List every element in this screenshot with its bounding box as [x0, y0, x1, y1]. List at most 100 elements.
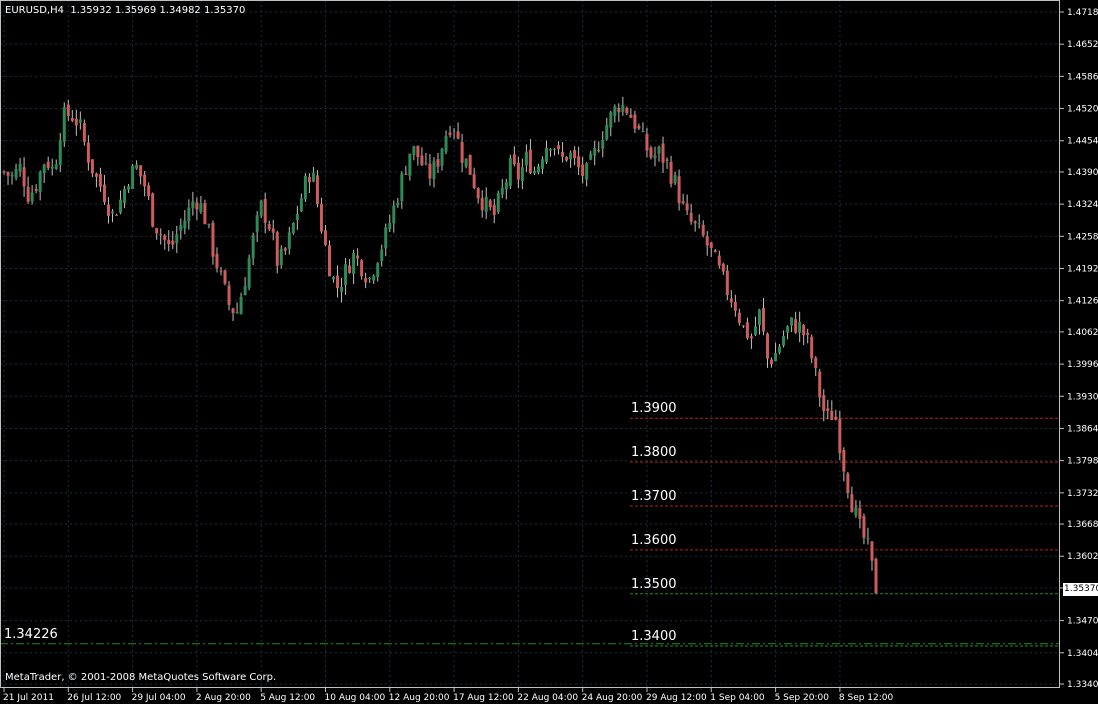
support-label: 1.34226	[4, 627, 58, 642]
bull-candle	[119, 199, 123, 213]
bear-candle	[761, 307, 765, 332]
time-tick-label: 2 Aug 20:00	[196, 693, 251, 703]
bull-candle	[58, 140, 62, 166]
bull-candle	[753, 326, 757, 335]
price-tick-label: 1.42580	[1067, 232, 1098, 242]
bear-candle	[468, 154, 472, 175]
bull-candle	[798, 321, 802, 333]
current-price-label: 1.35370	[1064, 584, 1098, 594]
bull-candle	[291, 223, 295, 234]
bear-candle	[143, 174, 147, 187]
bear-candle	[115, 214, 119, 216]
bull-candle	[412, 146, 416, 155]
price-chart[interactable]: 1.47180 1.46520 1.45860 1.45200 1.44540 1.439…	[0, 0, 1098, 704]
bear-candle	[721, 263, 725, 272]
bull-candle	[866, 537, 870, 539]
bear-candle	[211, 222, 215, 257]
bull-candle	[673, 174, 677, 184]
bear-candle	[488, 200, 492, 207]
bear-candle	[428, 163, 432, 179]
bull-candle	[183, 220, 187, 229]
bear-candle	[66, 104, 70, 117]
bear-candle	[834, 416, 838, 420]
bull-candle	[287, 232, 291, 249]
bear-candle	[701, 224, 705, 236]
bear-candle	[436, 159, 440, 167]
bear-candle	[86, 142, 90, 163]
bull-candle	[42, 164, 46, 174]
symbol-name: EURUSD,H4	[5, 5, 65, 16]
bull-candle	[38, 172, 42, 193]
bull-candle	[30, 192, 34, 202]
bear-candle	[159, 234, 163, 236]
bear-candle	[528, 149, 532, 174]
time-tick-label: 10 Aug 04:00	[325, 693, 386, 703]
bear-candle	[561, 151, 565, 157]
bear-candle	[82, 122, 86, 142]
bull-candle	[657, 146, 661, 154]
bear-candle	[356, 255, 360, 259]
bear-candle	[26, 186, 30, 202]
bull-candle	[641, 131, 645, 133]
bear-candle	[480, 197, 484, 211]
bear-candle	[713, 250, 717, 253]
bull-candle	[131, 165, 135, 190]
bull-candle	[388, 222, 392, 230]
bear-candle	[147, 185, 151, 197]
time-tick-label: 17 Aug 12:00	[453, 693, 514, 703]
bull-candle	[532, 170, 536, 174]
bear-candle	[573, 150, 577, 159]
bear-candle	[106, 204, 110, 217]
bull-candle	[605, 125, 609, 140]
bear-candle	[283, 248, 287, 251]
bull-candle	[520, 167, 524, 182]
bull-candle	[609, 112, 613, 128]
symbol-header: EURUSD,H4 1.35932 1.35969 1.34982 1.3537…	[5, 5, 245, 16]
time-tick-label: 26 Jul 12:00	[67, 693, 121, 703]
bear-candle	[729, 298, 733, 303]
bull-candle	[496, 192, 500, 213]
price-tick-label: 1.47180	[1067, 8, 1098, 18]
bull-candle	[553, 148, 557, 150]
bear-candle	[416, 145, 420, 157]
bear-candle	[70, 117, 74, 121]
bull-candle	[344, 264, 348, 286]
level-label: 1.3400	[631, 628, 677, 644]
bear-candle	[581, 164, 585, 176]
level-label: 1.3800	[631, 445, 677, 461]
bear-candle	[323, 230, 327, 246]
bull-candle	[484, 196, 488, 212]
bull-candle	[593, 147, 597, 156]
bull-candle	[440, 148, 444, 166]
bull-candle	[123, 188, 127, 203]
bear-candle	[637, 125, 641, 129]
bull-candle	[187, 207, 191, 222]
bear-candle	[870, 541, 874, 561]
bull-candle	[544, 147, 548, 163]
bear-candle	[733, 302, 737, 311]
bull-candle	[311, 172, 315, 182]
level-label: 1.3600	[631, 532, 677, 548]
bear-candle	[770, 359, 774, 365]
bull-candle	[524, 151, 528, 166]
time-tick-label: 24 Aug 20:00	[582, 693, 643, 703]
bear-candle	[645, 133, 649, 151]
bull-candle	[601, 139, 605, 149]
bull-candle	[239, 296, 243, 315]
level-label: 1.3900	[631, 401, 677, 417]
bear-candle	[6, 172, 10, 176]
price-tick-label: 1.34700	[1067, 617, 1098, 627]
price-tick-label: 1.36680	[1067, 520, 1098, 530]
ohlc-values: 1.35932 1.35969 1.34982 1.35370	[70, 5, 246, 16]
bull-candle	[504, 182, 508, 190]
bear-candle	[34, 188, 38, 191]
bull-candle	[786, 326, 790, 333]
bear-candle	[203, 203, 207, 225]
bear-candle	[810, 336, 814, 359]
bull-candle	[854, 507, 858, 516]
time-tick-label: 12 Aug 20:00	[389, 693, 450, 703]
bear-candle	[512, 154, 516, 165]
bear-candle	[705, 236, 709, 246]
bear-candle	[745, 322, 749, 339]
bull-candle	[10, 174, 14, 177]
